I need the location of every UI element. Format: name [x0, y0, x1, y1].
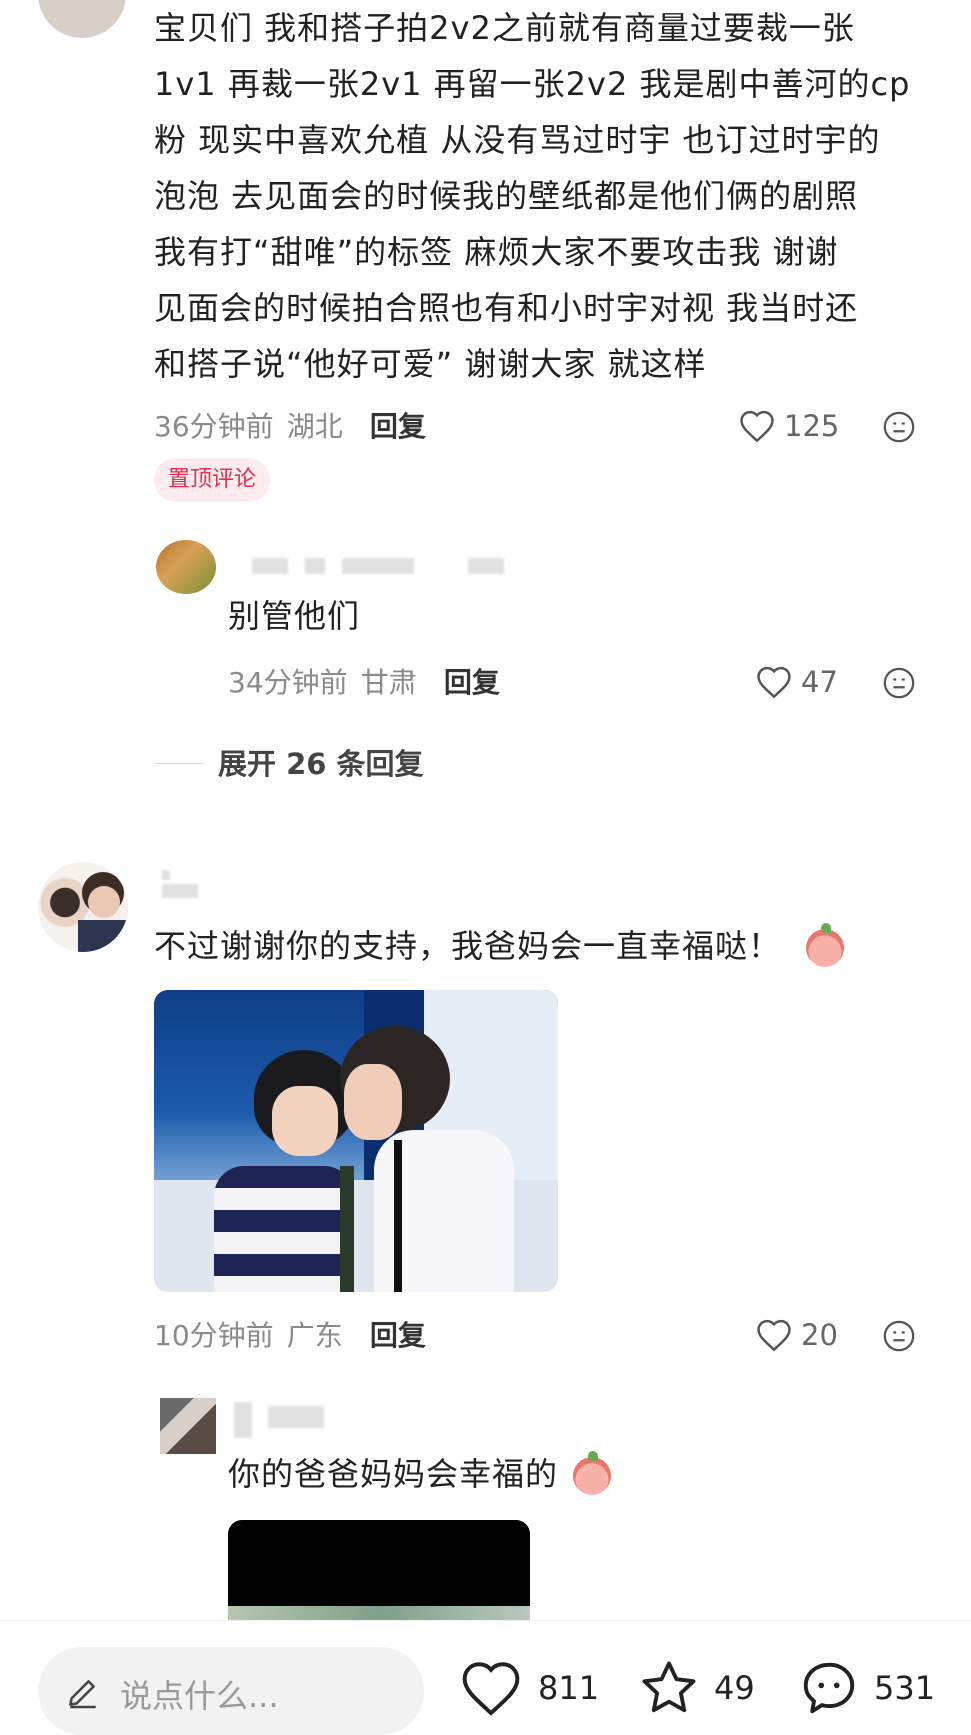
avatar[interactable] — [160, 1398, 216, 1454]
comment-line: 和搭子说“他好可爱” 谢谢大家 就这样 — [154, 345, 707, 383]
username-obscured — [162, 870, 170, 880]
bottom-bar: 说点什么... 811 49 531 — [0, 1620, 971, 1735]
comment-location: 湖北 — [286, 410, 343, 443]
post-favorite-button[interactable]: 49 — [636, 1657, 755, 1719]
reply-location: 甘肃 — [360, 666, 417, 699]
like-button[interactable]: 125 — [738, 404, 839, 448]
comment-body: 不过谢谢你的支持，我爸妈会一直幸福哒！ — [154, 927, 782, 965]
blush-sticker-icon — [806, 923, 845, 967]
reply-text: 你的爸爸妈妈会幸福的 — [228, 1446, 612, 1502]
post-comment-button[interactable]: 531 — [796, 1657, 935, 1719]
reply-button[interactable]: 回复 — [444, 666, 500, 699]
avatar[interactable] — [38, 0, 126, 38]
comment-input-placeholder: 说点什么... — [120, 1677, 279, 1715]
emoji-face-icon[interactable] — [882, 410, 916, 444]
reply-body: 你的爸爸妈妈会幸福的 — [228, 1455, 559, 1493]
like-button[interactable]: 20 — [755, 1313, 838, 1357]
emoji-face-icon[interactable] — [882, 1319, 916, 1353]
expand-replies-button[interactable]: 展开 26 条回复 — [218, 744, 424, 784]
reply-meta-row: 34分钟前 甘肃 回复 — [228, 661, 500, 703]
reply-button[interactable]: 回复 — [370, 410, 426, 443]
heart-icon — [757, 1319, 791, 1352]
username-obscured — [468, 558, 504, 574]
avatar[interactable] — [38, 862, 128, 952]
pinned-badge: 置顶评论 — [154, 458, 271, 502]
comment-photo[interactable] — [154, 990, 558, 1292]
username-obscured — [252, 558, 288, 574]
comment-input[interactable]: 说点什么... — [38, 1647, 424, 1735]
heart-icon — [462, 1662, 520, 1716]
comment-line: 我有打“甜唯”的标签 麻烦大家不要攻击我 谢谢 — [154, 233, 839, 271]
reply-time: 34分钟前 — [228, 666, 348, 699]
heart-icon — [740, 410, 774, 443]
star-icon — [642, 1661, 696, 1713]
post-like-button[interactable]: 811 — [458, 1659, 599, 1717]
emoji-face-icon[interactable] — [882, 666, 916, 700]
comment-time: 36分钟前 — [154, 410, 274, 443]
reply-text: 别管他们 — [228, 597, 361, 635]
avatar[interactable] — [156, 540, 216, 594]
comment-line: 粉 现实中喜欢允植 从没有骂过时宇 也订过时宇的 — [154, 121, 881, 159]
like-count: 47 — [801, 665, 838, 699]
like-count: 20 — [801, 1318, 838, 1352]
reply-button[interactable]: 回复 — [370, 1319, 426, 1352]
username-obscured — [268, 1406, 324, 1428]
comment-text: 不过谢谢你的支持，我爸妈会一直幸福哒！ — [154, 918, 845, 974]
post-comment-count: 531 — [874, 1669, 936, 1707]
post-like-count: 811 — [538, 1669, 600, 1707]
username-obscured — [162, 884, 198, 898]
comment-line: 泡泡 去见面会的时候我的壁纸都是他们俩的剧照 — [154, 177, 859, 215]
reply-photo[interactable] — [228, 1520, 530, 1620]
comment-location: 广东 — [286, 1319, 343, 1352]
comment-text: 宝贝们 我和搭子拍2v2之前就有商量过要裁一张 1v1 再裁一张2v1 再留一张… — [154, 0, 944, 392]
username-obscured — [305, 558, 325, 574]
chat-bubble-icon — [803, 1662, 855, 1714]
like-count: 125 — [784, 409, 840, 443]
heart-icon — [757, 666, 791, 699]
comment-line: 1v1 再裁一张2v1 再留一张2v2 我是剧中善河的cp — [154, 65, 911, 103]
post-favorite-count: 49 — [714, 1669, 755, 1707]
username-obscured — [234, 1402, 252, 1438]
blush-sticker-icon — [573, 1451, 612, 1495]
comment-time: 10分钟前 — [154, 1319, 274, 1352]
comment-line: 宝贝们 我和搭子拍2v2之前就有商量过要裁一张 — [154, 9, 855, 47]
like-button[interactable]: 47 — [755, 660, 838, 704]
comment-meta-row: 10分钟前 广东 回复 — [154, 1314, 426, 1356]
expand-divider — [154, 763, 204, 764]
pencil-icon — [69, 1680, 96, 1709]
username-obscured — [342, 558, 414, 574]
comment-line: 见面会的时候拍合照也有和小时宇对视 我当时还 — [154, 289, 859, 327]
